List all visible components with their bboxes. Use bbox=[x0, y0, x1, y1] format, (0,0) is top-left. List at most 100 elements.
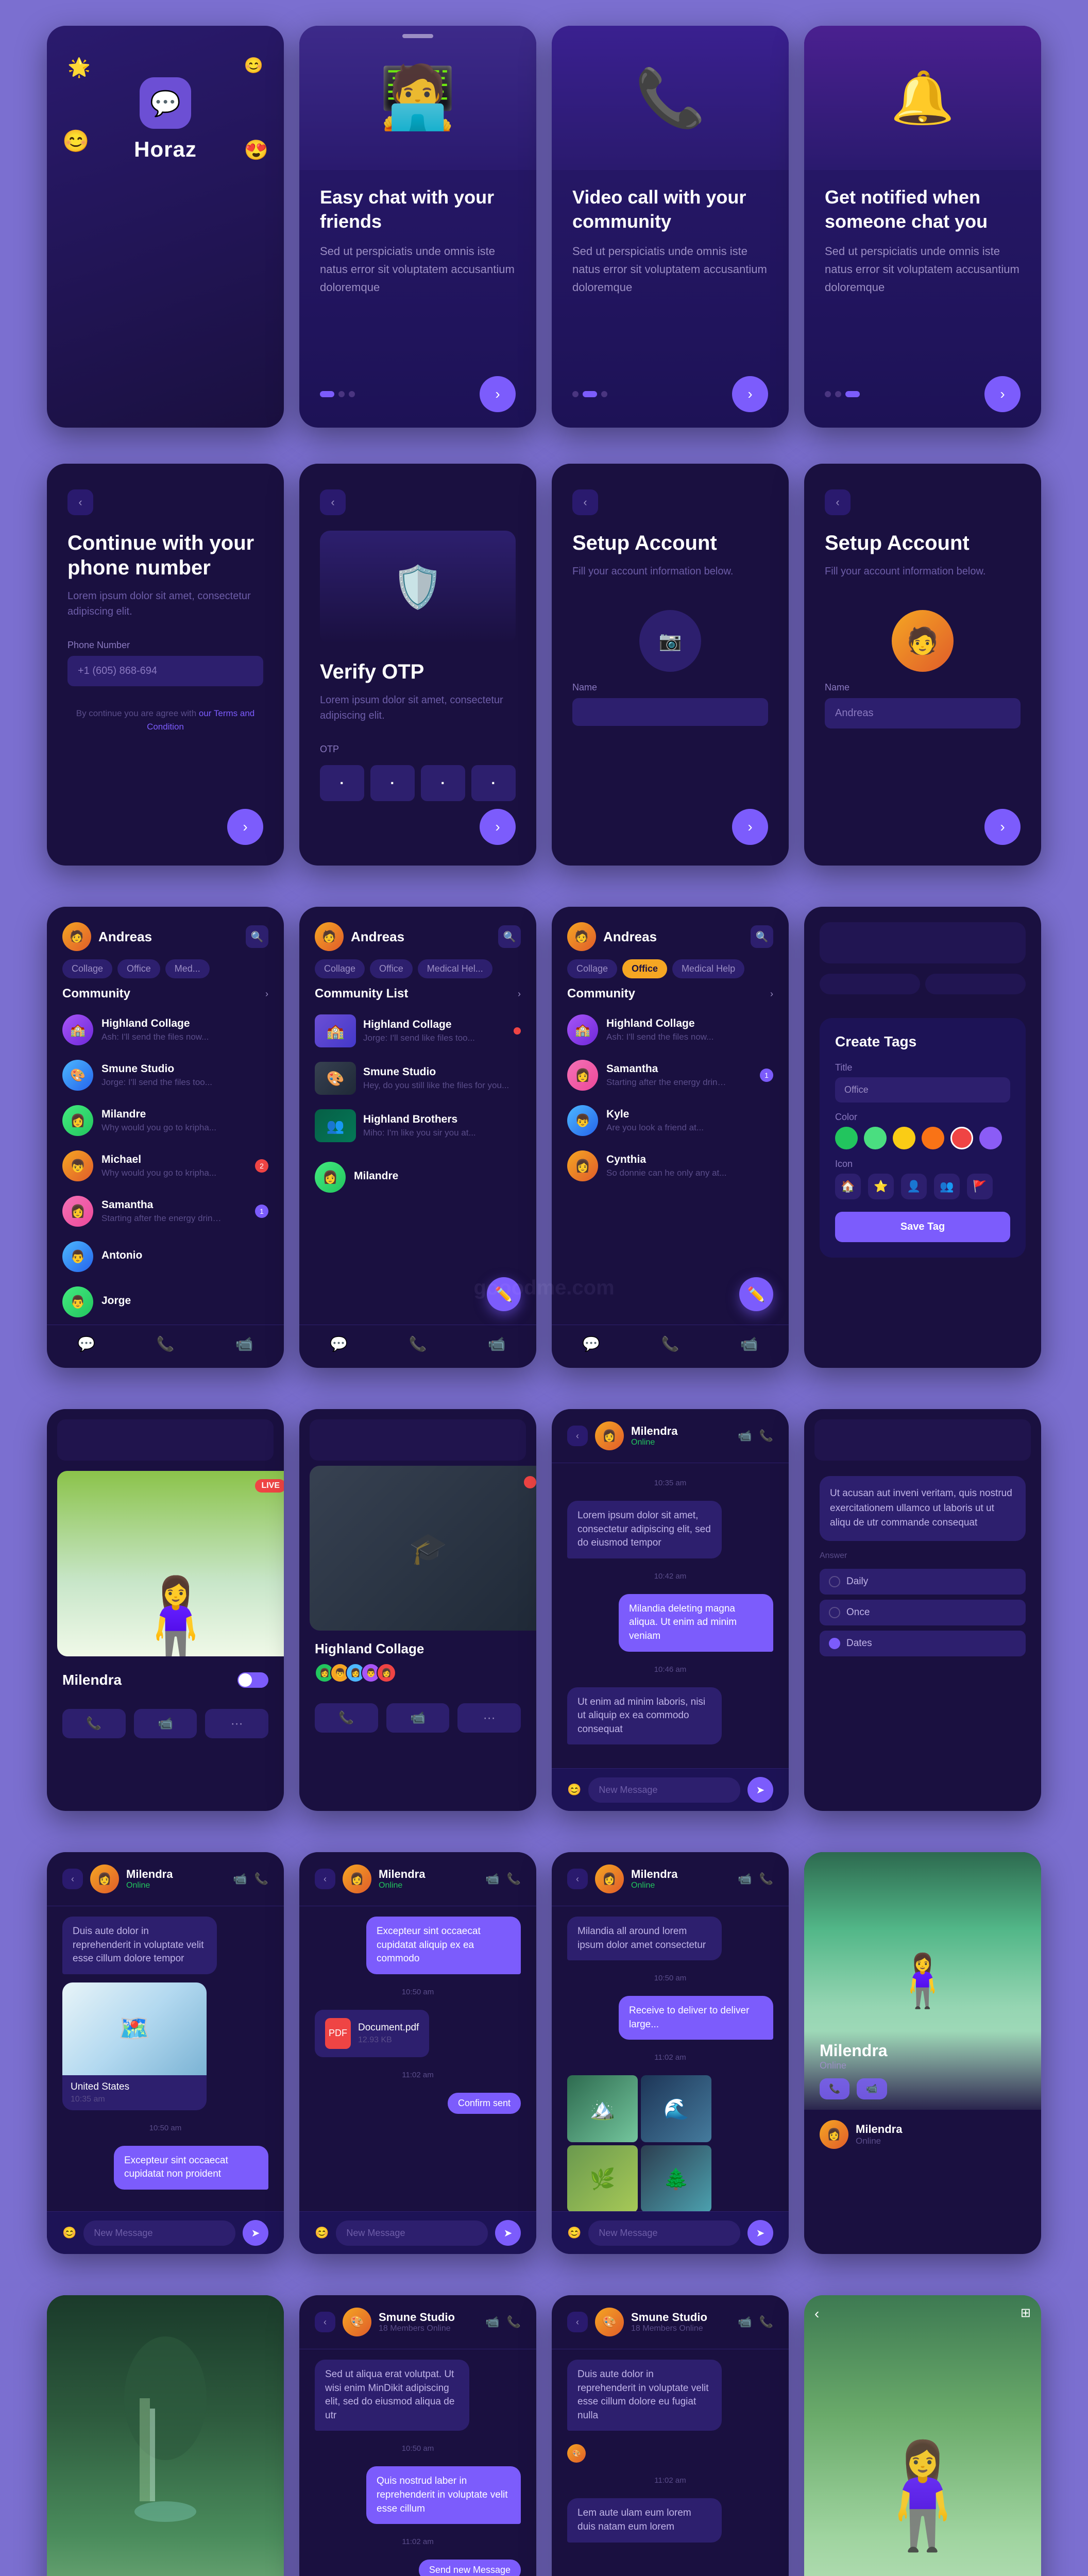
file-emoji-btn[interactable]: 😊 bbox=[315, 2226, 329, 2240]
swatch-purple[interactable] bbox=[979, 1127, 1002, 1149]
tab-phone[interactable]: 📞 bbox=[157, 1335, 175, 1352]
phone-next-btn[interactable]: › bbox=[227, 809, 263, 845]
swatch-yellow[interactable] bbox=[893, 1127, 915, 1149]
icon-box-1[interactable]: 🏠 bbox=[835, 1174, 861, 1199]
smune-video-2[interactable]: 📹 bbox=[738, 2315, 752, 2329]
terms-link[interactable]: our Terms and Condition bbox=[147, 708, 254, 732]
community-item-highland[interactable]: 🏫 Highland Collage Jorge: I'll send like… bbox=[299, 1007, 536, 1055]
file-video-icon[interactable]: 📹 bbox=[485, 1872, 499, 1886]
img-back-btn[interactable]: ‹ bbox=[567, 1869, 588, 1889]
smune-phone-2[interactable]: 📞 bbox=[759, 2315, 773, 2329]
loc-msg-input[interactable]: New Message bbox=[83, 2221, 235, 2246]
next-button-1[interactable]: › bbox=[480, 376, 516, 412]
tab-collage-3[interactable]: Collage bbox=[567, 959, 617, 978]
community-list-more[interactable]: › bbox=[518, 989, 521, 999]
fab-2[interactable]: ✏️ bbox=[487, 1277, 521, 1311]
smune-back-2[interactable]: ‹ bbox=[567, 2312, 588, 2332]
tab-collage-2[interactable]: Collage bbox=[315, 959, 365, 978]
group-btn-video[interactable]: 📹 bbox=[386, 1703, 450, 1733]
chat-item-cynthia[interactable]: 👩 Cynthia So donnie can he only any at..… bbox=[552, 1143, 789, 1189]
search-btn-3[interactable]: 🔍 bbox=[751, 925, 773, 948]
chat-item-milandre[interactable]: 👩 Milandre Why would you go to kripha... bbox=[47, 1098, 284, 1143]
otp-box-4[interactable]: · bbox=[471, 765, 516, 801]
fab-3[interactable]: ✏️ bbox=[739, 1277, 773, 1311]
back-button-otp[interactable]: ‹ bbox=[320, 489, 346, 515]
tab-home[interactable]: 💬 bbox=[77, 1335, 95, 1352]
back-button-setup2[interactable]: ‹ bbox=[825, 489, 851, 515]
chat-item-smune[interactable]: 🎨 Smune Studio Jorge: I'll send the file… bbox=[47, 1053, 284, 1098]
avatar-photo[interactable]: 🧑 bbox=[892, 610, 954, 672]
next-button-3[interactable]: › bbox=[984, 376, 1021, 412]
chat-item-milandre2[interactable]: 👩 Milandre bbox=[299, 1155, 536, 1200]
chat-item-antonio[interactable]: 👨 Antonio bbox=[47, 1234, 284, 1279]
chat-item-samantha[interactable]: 👩 Samantha Starting after the energy dri… bbox=[47, 1189, 284, 1234]
otp-box-3[interactable]: · bbox=[421, 765, 465, 801]
setup-next-btn-2[interactable]: › bbox=[984, 809, 1021, 845]
poll-option-dates[interactable]: Dates bbox=[820, 1631, 1026, 1656]
poll-option-once[interactable]: Once bbox=[820, 1600, 1026, 1625]
tab-home-2[interactable]: 💬 bbox=[330, 1335, 348, 1352]
smune-phone-1[interactable]: 📞 bbox=[507, 2315, 521, 2329]
img-phone-icon[interactable]: 📞 bbox=[759, 1872, 773, 1886]
file-msg-input[interactable]: New Message bbox=[336, 2221, 488, 2246]
community-more-3[interactable]: › bbox=[770, 989, 773, 999]
img-msg-input[interactable]: New Message bbox=[588, 2221, 740, 2246]
chat-item-jorge[interactable]: 👨 Jorge bbox=[47, 1279, 284, 1325]
swatch-light-green[interactable] bbox=[864, 1127, 887, 1149]
convo-video-icon[interactable]: 📹 bbox=[738, 1429, 752, 1443]
tab-office-2[interactable]: Office bbox=[370, 959, 413, 978]
chat-item-highland3[interactable]: 🏫 Highland Collage Ash: I'll send the fi… bbox=[552, 1007, 789, 1053]
group-btn-phone[interactable]: 📞 bbox=[315, 1703, 378, 1733]
tab-home-3[interactable]: 💬 bbox=[582, 1335, 600, 1352]
back-button-setup1[interactable]: ‹ bbox=[572, 489, 598, 515]
name-input-1[interactable] bbox=[572, 698, 768, 726]
community-item-brothers[interactable]: 👥 Highland Brothers Miho: I'm like you s… bbox=[299, 1102, 536, 1149]
img-emoji-btn[interactable]: 😊 bbox=[567, 2226, 581, 2240]
save-tag-btn[interactable]: Save Tag bbox=[835, 1212, 1010, 1242]
poll-option-daily[interactable]: Daily bbox=[820, 1569, 1026, 1595]
swatch-green[interactable] bbox=[835, 1127, 858, 1149]
back-button-phone[interactable]: ‹ bbox=[67, 489, 93, 515]
tags-title-input[interactable]: Office bbox=[835, 1077, 1010, 1103]
tab-med-1[interactable]: Med... bbox=[165, 959, 210, 978]
portrait-btn-phone[interactable]: 📞 bbox=[820, 2078, 849, 2099]
chat-item-samantha3[interactable]: 👩 Samantha Starting after the energy dri… bbox=[552, 1053, 789, 1098]
chat-item-michael[interactable]: 👦 Michael Why would you go to kripha... … bbox=[47, 1143, 284, 1189]
loc-emoji-btn[interactable]: 😊 bbox=[62, 2226, 76, 2240]
portrait-btn-video[interactable]: 📹 bbox=[857, 2078, 887, 2099]
swatch-red-selected[interactable] bbox=[950, 1127, 973, 1149]
video-grid-icon[interactable]: ⊞ bbox=[1021, 2306, 1031, 2320]
smune-video-1[interactable]: 📹 bbox=[485, 2315, 499, 2329]
otp-next-btn[interactable]: › bbox=[480, 809, 516, 845]
search-btn-2[interactable]: 🔍 bbox=[498, 925, 521, 948]
video-back-icon[interactable]: ‹ bbox=[814, 2306, 819, 2322]
tab-office-3-active[interactable]: Office bbox=[622, 959, 667, 978]
loc-back-btn[interactable]: ‹ bbox=[62, 1869, 83, 1889]
otp-box-1[interactable]: · bbox=[320, 765, 364, 801]
tab-call[interactable]: 📹 bbox=[235, 1335, 253, 1352]
file-back-btn[interactable]: ‹ bbox=[315, 1869, 335, 1889]
action-btn-phone[interactable]: 📞 bbox=[62, 1709, 126, 1738]
avatar-placeholder[interactable]: 📷 bbox=[639, 610, 701, 672]
tab-medhelp-3[interactable]: Medical Help bbox=[672, 959, 744, 978]
tab-medhelp-2[interactable]: Medical Hel... bbox=[418, 959, 492, 978]
msg-input[interactable]: New Message bbox=[588, 1777, 740, 1803]
icon-box-4[interactable]: 👥 bbox=[934, 1174, 960, 1199]
setup-next-btn-1[interactable]: › bbox=[732, 809, 768, 845]
tab-collage-1[interactable]: Collage bbox=[62, 959, 112, 978]
phone-input[interactable]: +1 (605) 868-694 bbox=[67, 656, 263, 686]
toggle-switch[interactable] bbox=[237, 1672, 268, 1688]
chat-item-highland[interactable]: 🏫 Highland Collage Ash: I'll send the fi… bbox=[47, 1007, 284, 1053]
loc-phone-icon[interactable]: 📞 bbox=[254, 1872, 268, 1886]
emoji-icon-btn[interactable]: 😊 bbox=[567, 1783, 581, 1797]
img-video-icon[interactable]: 📹 bbox=[738, 1872, 752, 1886]
file-phone-icon[interactable]: 📞 bbox=[507, 1872, 521, 1886]
icon-box-5[interactable]: 🚩 bbox=[967, 1174, 993, 1199]
chat-item-kyle[interactable]: 👦 Kyle Are you look a friend at... bbox=[552, 1098, 789, 1143]
next-button-2[interactable]: › bbox=[732, 376, 768, 412]
file-send-btn[interactable]: ➤ bbox=[495, 2220, 521, 2246]
swatch-orange[interactable] bbox=[922, 1127, 944, 1149]
tab-phone-2[interactable]: 📞 bbox=[409, 1335, 427, 1352]
loc-video-icon[interactable]: 📹 bbox=[233, 1872, 247, 1886]
icon-box-3[interactable]: 👤 bbox=[901, 1174, 927, 1199]
